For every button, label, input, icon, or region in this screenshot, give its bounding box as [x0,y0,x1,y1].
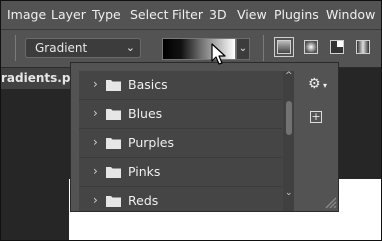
menu-view[interactable]: View [237,7,267,22]
gradient-mode-value: Gradient [35,41,88,55]
menu-image[interactable]: Image [7,7,46,22]
list-item[interactable]: › Pinks [79,158,282,187]
menu-bar: Image Layer Type Select Filter 3D View P… [1,1,381,30]
scrollbar-thumb[interactable] [286,100,292,135]
folder-icon [106,80,121,91]
document-tab[interactable]: radients.psd [1,68,76,89]
mouse-pointer-icon [211,43,226,65]
menu-layer[interactable]: Layer [51,7,86,22]
group-label: Reds [128,193,159,208]
chevron-down-icon: ⌄ [125,41,135,54]
menu-type[interactable]: Type [92,7,121,22]
chevron-right-icon[interactable]: › [93,77,98,91]
group-label: Pinks [128,164,161,179]
chevron-right-icon[interactable]: › [93,135,98,149]
reflected-gradient-icon[interactable] [356,40,370,54]
photoshop-window: Image Layer Type Select Filter 3D View P… [0,0,382,241]
new-group-button[interactable]: + [310,111,322,123]
document-tab-title: radients.psd [1,71,76,85]
list-item[interactable]: › Reds [79,187,282,211]
menu-select[interactable]: Select [130,7,169,22]
menu-window[interactable]: Window [326,7,375,22]
chevron-right-icon[interactable]: › [93,106,98,120]
folder-icon [106,109,121,120]
list-scrollbar[interactable]: ^ ⌄ [283,71,294,211]
menu-plugins[interactable]: Plugins [274,7,319,22]
options-divider [15,35,16,61]
caret-down-icon: ▾ [323,81,328,90]
linear-gradient-icon[interactable] [274,37,294,57]
folder-icon [106,167,121,178]
gear-icon[interactable]: ⚙ [308,76,321,92]
menu-filter[interactable]: Filter [172,7,203,22]
list-item[interactable]: › Blues [79,100,282,129]
folder-icon [106,138,121,149]
gradient-picker-panel: › Basics › Blues › Purples › Pinks › Red… [70,62,339,212]
scroll-up-icon[interactable]: ^ [285,71,293,81]
folder-icon [106,196,121,207]
gradient-picker-toggle[interactable]: ⌄ [236,38,250,60]
group-label: Blues [128,106,163,121]
chevron-right-icon[interactable]: › [93,164,98,178]
chevron-down-icon: ⌄ [238,43,248,54]
menu-3d[interactable]: 3D [209,7,227,22]
list-item[interactable]: › Basics [79,71,282,100]
chevron-right-icon[interactable]: › [93,193,98,207]
angle-gradient-icon[interactable] [330,40,344,54]
gradient-mode-dropdown[interactable]: Gradient ⌄ [25,38,141,58]
group-label: Basics [128,77,168,92]
resize-grip-icon[interactable] [323,195,337,209]
scroll-down-icon[interactable]: ⌄ [285,188,293,198]
plus-icon: + [311,110,321,123]
group-label: Purples [128,135,174,150]
radial-gradient-icon[interactable] [304,40,318,54]
gradient-group-list[interactable]: › Basics › Blues › Purples › Pinks › Red… [79,71,294,211]
options-divider [263,35,264,61]
list-item[interactable]: › Purples [79,129,282,158]
